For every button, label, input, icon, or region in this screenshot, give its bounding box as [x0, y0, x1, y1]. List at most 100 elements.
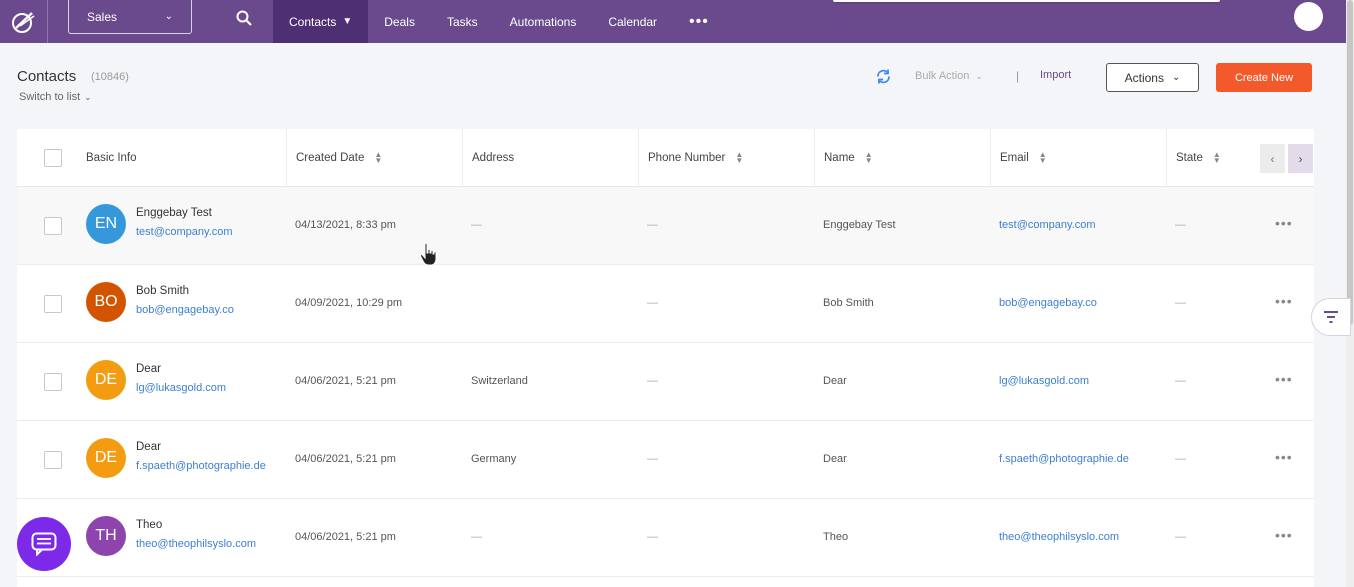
sort-icon[interactable]: ▲ ▼ [1213, 151, 1221, 165]
more-icon: ••• [689, 12, 709, 30]
email-cell[interactable]: lg@lukasgold.com [999, 375, 1089, 387]
contact-name[interactable]: Enggebay Test [136, 207, 212, 219]
column-header-email[interactable]: Email ▲ ▼ [991, 129, 1167, 187]
column-label: Address [472, 152, 515, 164]
actions-button[interactable]: Actions ⌄ [1106, 63, 1199, 92]
import-link[interactable]: Import [1040, 69, 1071, 81]
phone-number: — [647, 297, 658, 309]
sort-icon[interactable]: ▲ ▼ [1039, 151, 1047, 165]
refresh-icon[interactable] [875, 68, 892, 85]
nav-item-label: Tasks [446, 14, 478, 29]
contacts-count: (10846) [91, 71, 129, 83]
table-row[interactable]: BO Bob Smith bob@engagebay.co 04/09/2021… [17, 265, 1314, 343]
column-header-phone-number[interactable]: Phone Number ▲ ▼ [639, 129, 815, 187]
phone-number: — [647, 531, 658, 543]
sort-icon[interactable]: ▲ ▼ [374, 151, 382, 165]
row-more-icon[interactable]: ••• [1275, 527, 1293, 543]
select-all-checkbox[interactable] [44, 149, 62, 167]
contact-email[interactable]: lg@lukasgold.com [136, 382, 226, 394]
scrollbar-thumb[interactable] [1347, 0, 1353, 325]
row-checkbox[interactable] [44, 451, 62, 469]
state-cell: — [1175, 297, 1186, 309]
sort-icon[interactable]: ▲ ▼ [735, 151, 743, 165]
scroll-right-button[interactable]: › [1288, 144, 1313, 173]
nav-item-deals[interactable]: Deals [368, 0, 431, 43]
name-cell: Theo [823, 531, 849, 543]
avatar: BO [86, 282, 126, 322]
nav-item-automations[interactable]: Automations [494, 0, 593, 43]
module-selector-label: Sales [87, 9, 118, 24]
engagebay-logo-icon[interactable] [0, 0, 48, 43]
table-row[interactable]: EN Enggebay Test test@company.com 04/13/… [17, 187, 1314, 265]
contact-email[interactable]: theo@theophilsyslo.com [136, 538, 256, 550]
bulk-action-dropdown[interactable]: Bulk Action ⌄ [915, 70, 983, 82]
email-cell[interactable]: bob@engagebay.co [999, 297, 1097, 309]
email-cell[interactable]: theo@theophilsyslo.com [999, 531, 1119, 543]
phone-number: — [647, 219, 658, 231]
column-label: Name [824, 152, 855, 164]
created-date: 04/13/2021, 8:33 pm [295, 219, 396, 231]
column-header-state[interactable]: State ▲ ▼ [1167, 129, 1257, 187]
column-label: Basic Info [86, 152, 137, 164]
table-row[interactable]: DE Dear lg@lukasgold.com 04/06/2021, 5:2… [17, 343, 1314, 421]
nav-item-calendar[interactable]: Calendar [592, 0, 673, 43]
notification-popup-edge [833, 0, 1220, 2]
name-cell: Enggebay Test [823, 219, 896, 231]
chevron-down-icon: ⌄ [1171, 72, 1181, 83]
main-nav: Contacts ▼ Deals Tasks Automations Calen… [273, 0, 725, 43]
column-header-name[interactable]: Name ▲ ▼ [815, 129, 991, 187]
row-more-icon[interactable]: ••• [1275, 449, 1293, 465]
email-cell[interactable]: test@company.com [999, 219, 1096, 231]
filter-icon[interactable] [1311, 298, 1351, 336]
sort-icon[interactable]: ▲ ▼ [865, 151, 873, 165]
table-row[interactable]: TH Theo theo@theophilsyslo.com 04/06/202… [17, 499, 1314, 577]
column-header-address: Address [463, 129, 639, 187]
row-more-icon[interactable]: ••• [1275, 371, 1293, 387]
address: Germany [471, 453, 517, 465]
column-header-created-date[interactable]: Created Date ▲ ▼ [287, 129, 463, 187]
nav-item-label: Deals [384, 14, 415, 29]
nav-item-label: Automations [509, 14, 577, 29]
scroll-left-button[interactable]: ‹ [1260, 144, 1285, 173]
contact-name[interactable]: Bob Smith [136, 285, 189, 297]
module-selector[interactable]: Sales ⌄ [68, 0, 192, 34]
contact-name[interactable]: Dear [136, 441, 161, 453]
chat-icon[interactable] [17, 517, 71, 571]
address: Switzerland [471, 375, 528, 387]
contact-email[interactable]: bob@engagebay.co [136, 304, 234, 316]
row-checkbox[interactable] [44, 217, 62, 235]
nav-more-button[interactable]: ••• [673, 0, 725, 43]
state-cell: — [1175, 531, 1186, 543]
contact-email[interactable]: f.spaeth@photographie.de [136, 460, 266, 472]
chevron-left-icon: ‹ [1270, 151, 1275, 166]
row-checkbox[interactable] [44, 373, 62, 391]
column-label: Email [1000, 152, 1029, 164]
contact-email[interactable]: test@company.com [136, 226, 233, 238]
hand-cursor-icon [419, 242, 439, 266]
table-row[interactable]: DE Dear f.spaeth@photographie.de 04/06/2… [17, 421, 1314, 499]
created-date: 04/06/2021, 5:21 pm [295, 453, 396, 465]
contact-name[interactable]: Theo [136, 519, 162, 531]
chevron-down-icon: ⌄ [164, 11, 173, 22]
nav-item-contacts[interactable]: Contacts ▼ [273, 0, 369, 43]
chevron-down-icon: ⌄ [975, 71, 983, 81]
row-more-icon[interactable]: ••• [1275, 215, 1293, 231]
contact-name[interactable]: Dear [136, 363, 161, 375]
chevron-down-icon: ▼ [342, 16, 353, 27]
contacts-table: Basic Info Created Date ▲ ▼ Address Phone … [17, 129, 1314, 587]
phone-number: — [647, 375, 658, 387]
user-avatar[interactable] [1294, 2, 1323, 31]
create-new-button[interactable]: Create New [1216, 63, 1312, 92]
row-checkbox[interactable] [44, 295, 62, 313]
row-more-icon[interactable]: ••• [1275, 293, 1293, 309]
email-cell[interactable]: f.spaeth@photographie.de [999, 453, 1129, 465]
search-icon[interactable] [232, 6, 256, 30]
switch-view-dropdown[interactable]: Switch to list ⌄ [19, 91, 92, 103]
address: — [471, 219, 482, 231]
column-header-basic-info: Basic Info [77, 129, 287, 187]
name-cell: Bob Smith [823, 297, 874, 309]
nav-item-tasks[interactable]: Tasks [431, 0, 494, 43]
name-cell: Dear [823, 453, 847, 465]
table-header: Basic Info Created Date ▲ ▼ Address Phone … [17, 129, 1314, 187]
column-label: State [1176, 152, 1203, 164]
